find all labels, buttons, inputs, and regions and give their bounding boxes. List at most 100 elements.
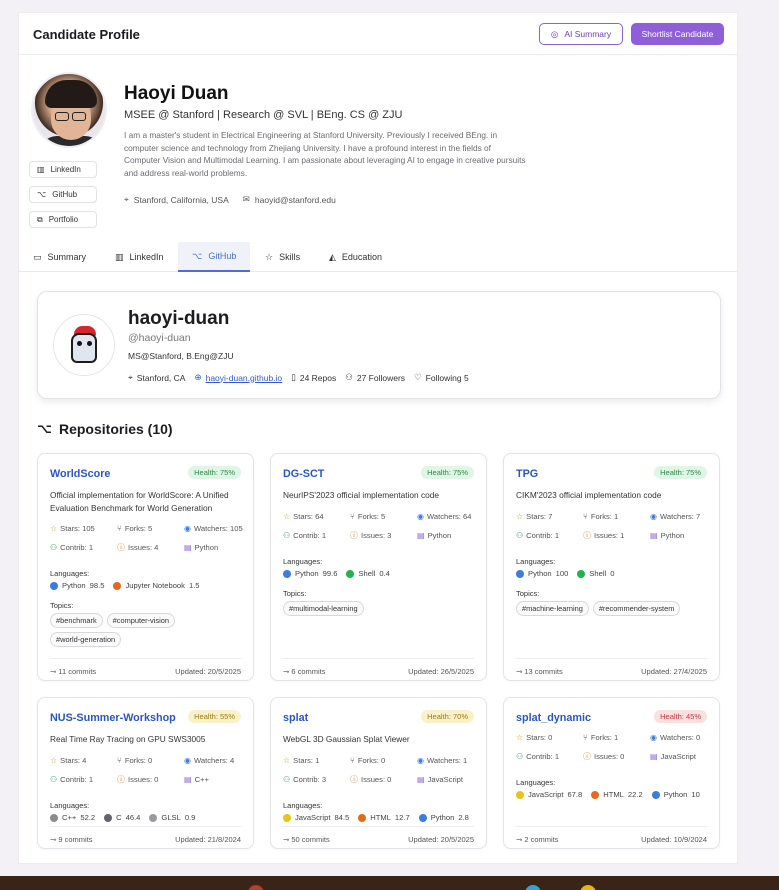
repo-description: WebGL 3D Gaussian Splat Viewer	[283, 734, 410, 744]
app-icon[interactable]	[580, 885, 596, 890]
watchers-stat: ◉ Watchers: 64	[417, 512, 487, 521]
heart-icon: ♡	[414, 372, 422, 382]
languages-label: Languages:	[50, 801, 90, 810]
tab-skills[interactable]: ☆ Skills	[251, 242, 314, 272]
topic-tag[interactable]: #machine-learning	[516, 601, 589, 616]
github-following: ♡ Following 5	[414, 372, 469, 383]
commits: ⊸ 9 commits	[50, 835, 93, 844]
tab-github[interactable]: ⌥ GitHub	[178, 242, 251, 272]
commits: ⊸ 11 commits	[50, 667, 96, 676]
language-name: HTML	[370, 813, 391, 822]
repo-name[interactable]: WorldScore	[50, 468, 110, 480]
ai-summary-button[interactable]: ◎ AI Summary	[539, 23, 623, 45]
star-icon: ☆	[50, 756, 58, 765]
repo-card[interactable]	[503, 863, 720, 864]
github-following-text: Following 5	[425, 372, 469, 383]
language-name: Jupyter Notebook	[125, 581, 185, 590]
github-handle: @haoyi-duan	[128, 332, 191, 344]
repo-name[interactable]: TPG	[516, 468, 538, 480]
language-name: GLSL	[161, 813, 181, 822]
app-icon[interactable]	[248, 885, 264, 890]
topic-tag[interactable]: #world-generation	[50, 632, 122, 647]
language-dot	[149, 813, 158, 822]
topic-tag[interactable]: #computer-vision	[106, 613, 175, 628]
repo-name[interactable]: NUS-Summer-Workshop	[50, 712, 176, 724]
linkedin-link[interactable]: ▥ LinkedIn	[29, 161, 97, 178]
github-followers-text: 27 Followers	[356, 372, 406, 383]
repo-card[interactable]: TPG Health: 75% CIKM'2023 official impleme…	[503, 453, 720, 681]
forks-text: Forks: 5	[124, 524, 153, 533]
issues-text: Issues: 4	[128, 543, 159, 552]
eye-icon: ◉	[417, 512, 424, 521]
repo-name[interactable]: splat_dynamic	[516, 712, 591, 724]
star-icon: ☆	[283, 756, 291, 765]
issues-stat: ⓘ Issues: 0	[583, 752, 650, 761]
repo-card[interactable]	[270, 863, 487, 864]
app-icon[interactable]	[525, 885, 541, 890]
watchers-stat: ◉ Watchers: 105	[184, 524, 254, 533]
github-site-link[interactable]: haoyi-duan.github.io	[206, 373, 283, 383]
github-location: ⌖ Stanford, CA	[128, 372, 185, 383]
language-name: Python	[663, 790, 688, 799]
github-link[interactable]: ⌥ GitHub	[29, 186, 97, 203]
contrib-text: Contrib: 1	[60, 543, 94, 552]
contrib-stat: ⚇ Contrib: 3	[283, 775, 350, 784]
topic-tag[interactable]: #multimodal-learning	[283, 601, 364, 616]
watchers-text: Watchers: 1	[426, 756, 468, 765]
github-profile-card: haoyi-duan @haoyi-duan MS@Stanford, B.En…	[37, 291, 721, 399]
shortlist-candidate-button[interactable]: Shortlist Candidate	[631, 23, 724, 45]
repo-card[interactable]	[37, 863, 254, 864]
watchers-text: Watchers: 64	[426, 512, 472, 521]
repo-card[interactable]: splat Health: 70% WebGL 3D Gaussian Splat …	[270, 697, 487, 849]
tab-skills-label: Skills	[279, 252, 301, 262]
repo-name[interactable]: splat	[283, 712, 308, 724]
email-text: haoyid@stanford.edu	[254, 194, 336, 205]
forks-text: Forks: 5	[357, 512, 386, 521]
language-pct: 46.4	[125, 813, 141, 822]
repo-card[interactable]: splat_dynamic Health: 45% ☆ Stars: 0 ⑂ Fork…	[503, 697, 720, 849]
repo-card[interactable]: WorldScore Health: 75% Official implementa…	[37, 453, 254, 681]
book-icon: ▯	[291, 372, 296, 382]
watchers-text: Watchers: 105	[193, 524, 243, 533]
language-stat: ▤ Python	[417, 531, 487, 540]
repo-footer: ⊸ 9 commits Updated: 21/8/2024	[50, 826, 241, 844]
watchers-stat: ◉ Watchers: 1	[417, 756, 487, 765]
email[interactable]: ✉ haoyid@stanford.edu	[243, 194, 336, 205]
language-dot	[577, 569, 586, 578]
forks-text: Forks: 1	[590, 733, 619, 742]
github-icon: ⌥	[37, 421, 52, 436]
topic-tag[interactable]: #recommender-system	[592, 601, 681, 616]
tab-summary[interactable]: ▭ Summary	[19, 242, 100, 272]
graduation-cap-icon: ◭	[329, 251, 336, 262]
language-pct: 67.8	[567, 790, 583, 799]
tab-education[interactable]: ◭ Education	[315, 242, 396, 272]
language-dot	[283, 569, 291, 578]
language-pct: 2.8	[458, 813, 469, 822]
contrib-stat: ⚇ Contrib: 1	[283, 531, 350, 540]
stars-stat: ☆ Stars: 105	[50, 524, 117, 533]
sparkle-icon: ◎	[550, 28, 559, 39]
topic-tag[interactable]: #benchmark	[50, 613, 103, 628]
issues-text: Issues: 0	[361, 775, 392, 784]
language-text: Python	[660, 531, 685, 540]
topics-label: Topics:	[50, 601, 74, 610]
language-pct: 100	[555, 569, 569, 578]
contrib-text: Contrib: 1	[293, 531, 327, 540]
repo-card[interactable]: NUS-Summer-Workshop Health: 55% Real Time …	[37, 697, 254, 849]
repositories-heading: ⌥ Repositories (10)	[37, 421, 173, 437]
language-stat: ▤ JavaScript	[650, 752, 720, 761]
contrib-stat: ⚇ Contrib: 1	[516, 531, 583, 540]
github-site[interactable]: ⊕ haoyi-duan.github.io	[194, 372, 282, 383]
tab-linkedin[interactable]: ▥ LinkedIn	[101, 242, 178, 272]
fork-icon: ⑂	[583, 733, 588, 742]
watchers-stat: ◉ Watchers: 7	[650, 512, 720, 521]
repo-card[interactable]: DG-SCT Health: 75% NeurIPS'2023 official i…	[270, 453, 487, 681]
issues-stat: ⓘ Issues: 3	[350, 531, 417, 540]
portfolio-link[interactable]: ⧉ Portfolio	[29, 211, 97, 228]
language-dot	[516, 790, 524, 799]
languages-label: Languages:	[283, 801, 323, 810]
repo-name[interactable]: DG-SCT	[283, 468, 324, 480]
star-icon: ☆	[516, 733, 524, 742]
repo-stats: ☆ Stars: 64 ⑂ Forks: 5 ◉ Watchers: 64 ⚇ Cont…	[283, 512, 487, 540]
portfolio-link-label: Portfolio	[48, 215, 79, 224]
